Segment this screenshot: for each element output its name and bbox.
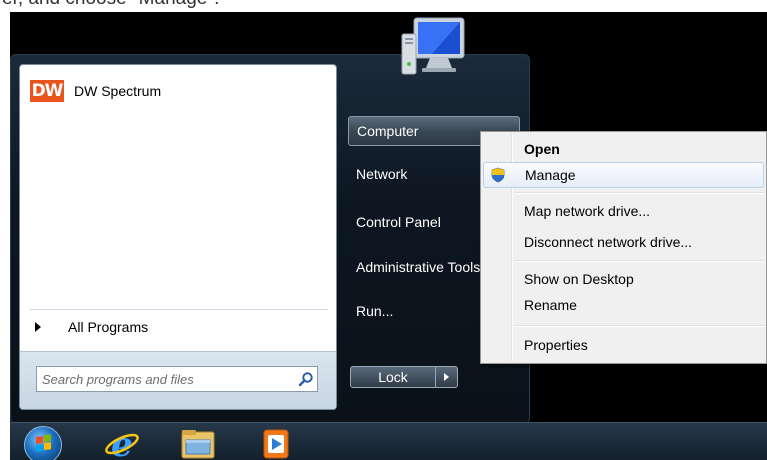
internet-explorer-icon[interactable]: e — [102, 425, 142, 460]
menu-item-manage[interactable]: Manage — [483, 162, 764, 188]
menu-item-label: Map network drive... — [524, 203, 651, 219]
menu-item-label: Properties — [524, 337, 588, 353]
svg-text:e: e — [111, 426, 133, 460]
dw-spectrum-logo-icon: DW — [30, 80, 64, 102]
menu-item-label: Show on Desktop — [524, 271, 634, 287]
search-area — [20, 351, 336, 409]
menu-item-label: Manage — [525, 167, 576, 183]
start-item-control-panel[interactable]: Control Panel — [348, 207, 498, 237]
menu-item-label: Open — [524, 141, 560, 157]
menu-separator — [514, 260, 764, 261]
start-orb-icon[interactable] — [24, 426, 62, 460]
lock-button[interactable]: Lock — [350, 366, 436, 388]
menu-item-label: Rename — [524, 297, 577, 313]
desktop-screen: DW DW Spectrum All Programs Computer Net… — [10, 12, 767, 460]
taskbar: e — [10, 422, 767, 460]
menu-separator — [514, 192, 764, 193]
media-player-icon[interactable] — [256, 426, 296, 460]
search-input[interactable] — [37, 368, 295, 390]
all-programs-label: All Programs — [68, 319, 149, 335]
start-menu-left-pane: DW DW Spectrum All Programs — [19, 64, 337, 410]
start-item-administrative-tools[interactable]: Administrative Tools — [348, 252, 480, 282]
arrow-right-icon — [35, 322, 41, 332]
menu-item-label: Disconnect network drive... — [524, 234, 693, 250]
menu-item-rename[interactable]: Rename — [483, 292, 764, 318]
search-icon[interactable] — [295, 368, 317, 390]
menu-item-disconnect-network-drive[interactable]: Disconnect network drive... — [483, 229, 764, 255]
context-menu: Open Manage Map network drive... Disconn… — [480, 131, 767, 364]
menu-item-open[interactable]: Open — [483, 136, 764, 162]
search-box — [36, 366, 318, 392]
menu-item-show-on-desktop[interactable]: Show on Desktop — [483, 266, 764, 292]
uac-shield-icon — [490, 167, 506, 183]
start-item-network[interactable]: Network — [348, 159, 498, 189]
menu-item-map-network-drive[interactable]: Map network drive... — [483, 198, 764, 224]
menu-separator — [514, 325, 764, 326]
start-item-run[interactable]: Run... — [348, 296, 498, 326]
instruction-caption: er, and choose "Manage". — [0, 0, 767, 12]
menu-item-properties[interactable]: Properties — [483, 332, 764, 358]
computer-icon — [392, 12, 470, 88]
arrow-right-icon — [444, 373, 449, 381]
pinned-item-dw-spectrum[interactable]: DW DW Spectrum — [30, 79, 161, 103]
shutdown-options-button[interactable] — [436, 366, 458, 388]
divider — [30, 309, 328, 310]
pinned-item-label: DW Spectrum — [74, 83, 162, 99]
all-programs-button[interactable]: All Programs — [26, 315, 326, 339]
file-explorer-icon[interactable] — [178, 426, 218, 460]
